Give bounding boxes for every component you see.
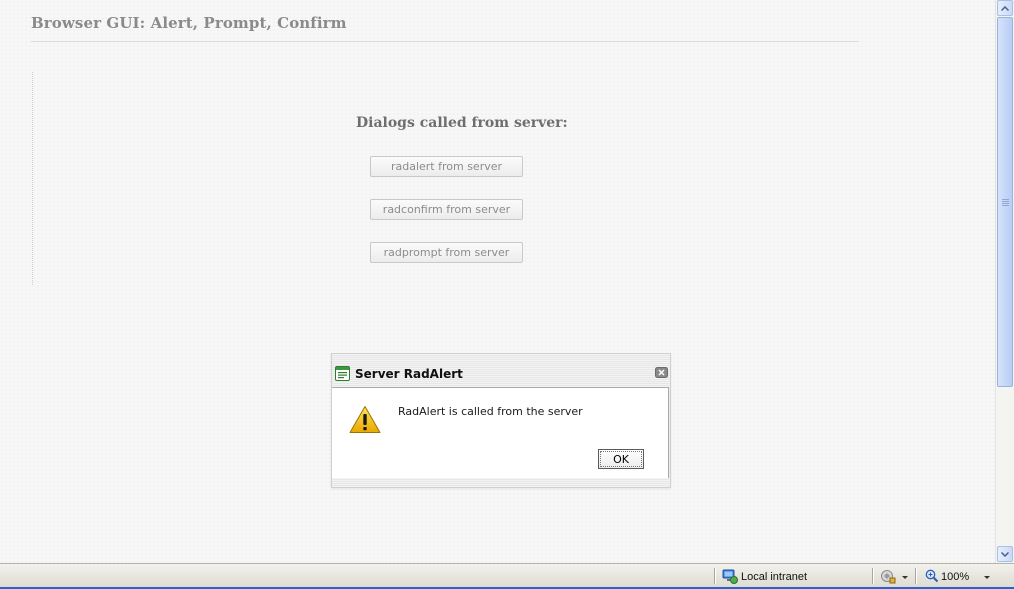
dialog-footer-strip: [332, 478, 670, 487]
zoom-dropdown-icon[interactable]: [984, 576, 990, 579]
radconfirm-server-button[interactable]: radconfirm from server: [370, 199, 523, 220]
section-heading: Dialogs called from server:: [356, 115, 568, 131]
warning-icon: [349, 406, 381, 433]
server-radalert-dialog: Server RadAlert RadAlert is called from …: [331, 353, 671, 488]
scroll-up-button[interactable]: [997, 0, 1013, 16]
page-content: Browser GUI: Alert, Prompt, Confirm Dial…: [0, 0, 995, 563]
close-icon[interactable]: [655, 367, 668, 378]
security-zone-label: Local intranet: [741, 571, 808, 583]
status-divider: [915, 568, 917, 584]
scroll-thumb[interactable]: [997, 17, 1013, 387]
dialog-title: Server RadAlert: [355, 367, 463, 381]
zoom-level[interactable]: 100%: [941, 571, 969, 583]
dialog-message: RadAlert is called from the server: [398, 405, 583, 418]
protected-mode-icon[interactable]: [880, 569, 896, 584]
chevron-up-icon: [1001, 5, 1009, 11]
status-divider: [714, 568, 716, 584]
page-title: Browser GUI: Alert, Prompt, Confirm: [31, 14, 347, 32]
radprompt-server-button[interactable]: radprompt from server: [370, 242, 523, 263]
title-divider: [31, 41, 859, 42]
dialog-body: RadAlert is called from the server OK: [332, 387, 669, 479]
content-panel-border: [32, 72, 34, 285]
zoom-icon[interactable]: [925, 569, 939, 583]
vertical-scrollbar[interactable]: [995, 0, 1014, 563]
dialog-titlebar[interactable]: Server RadAlert: [332, 354, 670, 387]
ok-button[interactable]: OK: [598, 449, 644, 469]
status-divider: [872, 568, 874, 584]
protected-mode-dropdown-icon[interactable]: [902, 576, 908, 579]
scroll-down-button[interactable]: [997, 546, 1013, 562]
status-bar: Local intranet 100%: [0, 563, 1014, 589]
dialog-window-icon: [335, 366, 350, 381]
local-intranet-icon: [722, 569, 738, 584]
chevron-down-icon: [1001, 551, 1009, 557]
radalert-server-button[interactable]: radalert from server: [370, 156, 523, 177]
